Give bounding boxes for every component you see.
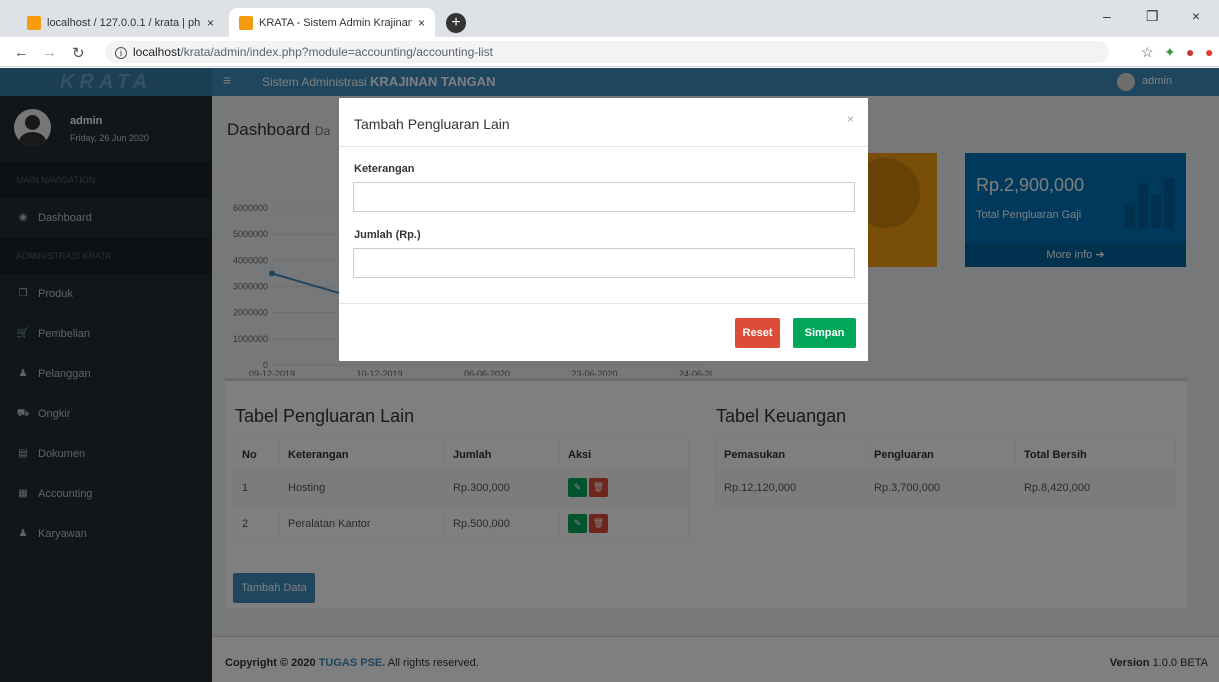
maximize-button[interactable]: ❐ [1146,8,1159,25]
minimize-button[interactable]: – [1103,8,1111,24]
app-page: KRATA admin Friday, 26 Jun 2020 MAIN NAV… [0,68,1219,682]
close-icon[interactable]: × [847,112,854,126]
back-icon[interactable]: ← [14,44,29,61]
browser-toolbar: ← → ↻ i localhost/krata/admin/index.php?m… [0,37,1219,67]
reset-button[interactable]: Reset [735,318,780,348]
phpmyadmin-icon [27,15,41,30]
krata-favicon-icon [239,15,253,30]
keterangan-label: Keterangan [354,163,415,175]
extension-icon[interactable]: ✦ [1164,44,1176,61]
browser-tab-phpmyadmin[interactable]: localhost / 127.0.0.1 / krata | php × [17,8,224,37]
divider [339,303,868,304]
divider [339,146,868,147]
keterangan-input[interactable] [353,182,855,212]
reload-icon[interactable]: ↻ [72,44,85,62]
modal-title: Tambah Pengluaran Lain [354,116,510,132]
jumlah-label: Jumlah (Rp.) [354,229,421,241]
tab-close-icon[interactable]: × [418,16,425,30]
new-tab-button[interactable]: + [446,13,466,33]
jumlah-input[interactable] [353,248,855,278]
forward-icon[interactable]: → [42,44,57,61]
browser-tab-krata[interactable]: KRATA - Sistem Admin Krajinan T × [229,8,435,37]
address-bar[interactable]: i localhost/krata/admin/index.php?module=… [105,41,1109,63]
browser-tab-bar: localhost / 127.0.0.1 / krata | php × KR… [0,0,1219,37]
add-expense-modal: Tambah Pengluaran Lain × Keterangan Juml… [339,98,868,361]
tab-close-icon[interactable]: × [207,16,214,30]
info-icon[interactable]: i [115,47,127,59]
star-icon[interactable]: ☆ [1141,44,1154,61]
window-close-button[interactable]: × [1192,8,1200,24]
profile-icon[interactable]: ● [1186,44,1194,60]
extension-icon[interactable]: ● [1205,44,1213,60]
save-button[interactable]: Simpan [793,318,856,348]
